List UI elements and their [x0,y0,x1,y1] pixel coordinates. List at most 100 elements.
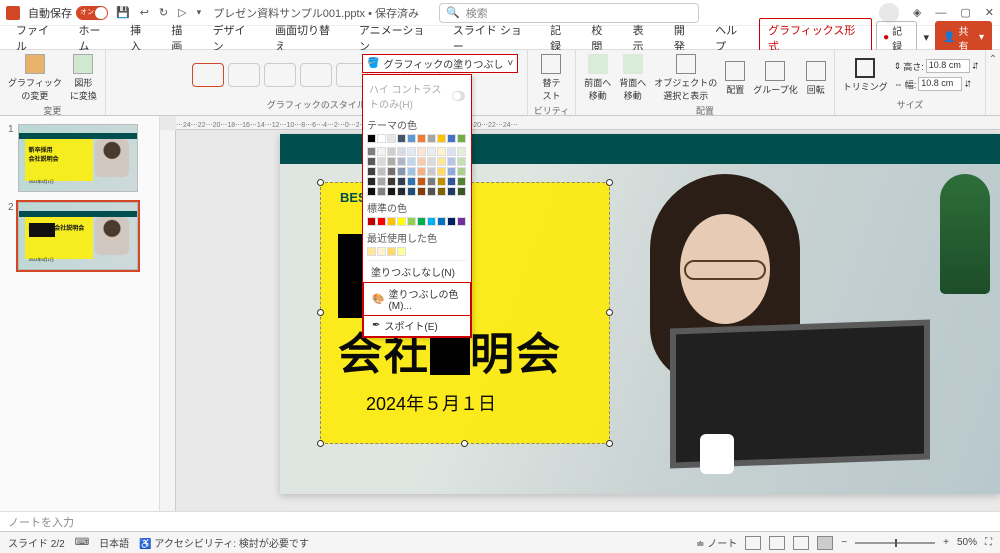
convert-to-shape-button[interactable]: 図形 に変換 [68,52,99,104]
date-text[interactable]: 2024年５月１日 [366,390,496,416]
color-swatch[interactable] [427,177,436,186]
undo-icon[interactable]: ↩ [140,6,149,19]
color-swatch[interactable] [447,167,456,176]
coming-soon-icon[interactable]: ◈ [913,6,921,19]
style-swatch[interactable] [264,63,296,87]
thumbnail-item[interactable]: 2 新卒採用 会社説明会 2024年5月1日 [8,202,151,270]
eyedropper-item[interactable]: ✒スポイト(E) [363,315,471,337]
color-swatch[interactable] [457,177,466,186]
slide-thumbnail[interactable]: 新卒採用 会社説明会 2024年5月1日 [18,202,138,270]
thumbnail-item[interactable]: 1 新卒採用 会社説明会 2024年5月1日 [8,124,151,192]
send-backward-button[interactable]: 背面へ 移動 [617,52,648,104]
change-graphic-button[interactable]: グラフィック の変更 [6,52,64,104]
color-swatch[interactable] [367,187,376,196]
no-fill-item[interactable]: 塗りつぶしなし(N) [367,260,467,282]
alt-text-button[interactable]: 替テ スト [539,52,563,104]
color-swatch[interactable] [437,134,446,143]
qat-more-icon[interactable]: ▾ [197,7,202,18]
toggle-switch[interactable]: オン [76,6,108,20]
color-swatch[interactable] [367,147,376,156]
color-swatch[interactable] [447,134,456,143]
color-swatch[interactable] [427,147,436,156]
color-swatch[interactable] [367,177,376,186]
height-field[interactable]: ⇕高さ:10.8 cm⮃ [894,59,979,73]
slide-editor[interactable]: ⋯24⋯22⋯20⋯18⋯16⋯14⋯12⋯10⋯8⋯6⋯4⋯2⋯0⋯2⋯4⋯6… [160,116,1000,511]
color-swatch[interactable] [417,147,426,156]
color-swatch[interactable] [397,134,406,143]
color-swatch[interactable] [447,177,456,186]
color-swatch[interactable] [367,167,376,176]
color-swatch[interactable] [397,157,406,166]
redo-icon[interactable]: ↻ [159,6,168,19]
spellcheck-icon[interactable]: ⌨ [75,537,89,548]
color-swatch[interactable] [387,177,396,186]
maximize-button[interactable]: ▢ [960,6,970,19]
color-swatch[interactable] [407,217,416,226]
color-swatch[interactable] [377,167,386,176]
color-swatch[interactable] [377,177,386,186]
resize-handle[interactable] [317,179,324,186]
normal-view-button[interactable] [745,536,761,550]
fit-to-window-button[interactable]: ⛶ [985,537,992,548]
width-field[interactable]: ⇔幅:10.8 cm⮃ [894,77,979,91]
slide-counter[interactable]: スライド 2/2 [8,535,65,550]
slide-thumbnails-panel[interactable]: 1 新卒採用 会社説明会 2024年5月1日 2 新卒採用 会社説明会 2024… [0,116,160,511]
color-swatch[interactable] [397,177,406,186]
color-swatch[interactable] [407,167,416,176]
color-swatch[interactable] [417,134,426,143]
sorter-view-button[interactable] [769,536,785,550]
color-swatch[interactable] [417,217,426,226]
minimize-button[interactable]: — [935,7,946,19]
selection-pane-button[interactable]: オブジェクトの 選択と表示 [652,52,719,104]
color-swatch[interactable] [367,134,376,143]
zoom-in-button[interactable]: + [943,537,949,548]
zoom-slider[interactable] [855,542,935,544]
rotate-button[interactable]: 回転 [804,59,828,98]
align-button[interactable]: 配置 [723,59,747,98]
color-swatch[interactable] [387,157,396,166]
color-swatch[interactable] [447,217,456,226]
color-swatch[interactable] [407,187,416,196]
color-swatch[interactable] [437,187,446,196]
color-swatch[interactable] [387,134,396,143]
color-swatch[interactable] [457,167,466,176]
color-swatch[interactable] [427,134,436,143]
more-fill-colors-item[interactable]: 🎨塗りつぶしの色(M)... [363,282,471,316]
color-swatch[interactable] [387,167,396,176]
color-swatch[interactable] [377,147,386,156]
color-swatch[interactable] [417,157,426,166]
color-swatch[interactable] [437,217,446,226]
graphic-fill-dropdown-button[interactable]: 🪣 グラフィックの塗りつぶし ˅ [362,54,518,73]
language-indicator[interactable]: 日本語 [99,535,129,550]
color-swatch[interactable] [417,167,426,176]
style-swatch[interactable] [300,63,332,87]
resize-handle[interactable] [606,309,613,316]
start-icon[interactable]: ▷ [178,6,186,19]
color-swatch[interactable] [457,217,466,226]
color-swatch[interactable] [397,247,406,256]
color-swatch[interactable] [397,187,406,196]
color-swatch[interactable] [457,157,466,166]
color-swatch[interactable] [397,217,406,226]
color-swatch[interactable] [367,217,376,226]
user-avatar[interactable] [879,3,899,23]
color-swatch[interactable] [387,247,396,256]
slideshow-view-button[interactable] [817,536,833,550]
color-swatch[interactable] [437,147,446,156]
collapse-ribbon-icon[interactable]: ⌃ [989,54,997,65]
save-icon[interactable]: 💾 [116,6,130,19]
color-swatch[interactable] [417,187,426,196]
color-swatch[interactable] [457,187,466,196]
color-swatch[interactable] [417,177,426,186]
resize-handle[interactable] [606,440,613,447]
style-swatch[interactable] [228,63,260,87]
zoom-out-button[interactable]: − [841,537,847,548]
bring-forward-button[interactable]: 前面へ 移動 [582,52,613,104]
color-swatch[interactable] [377,217,386,226]
color-swatch[interactable] [437,167,446,176]
notes-pane[interactable]: ノートを入力 [0,511,1000,531]
resize-handle[interactable] [317,309,324,316]
color-swatch[interactable] [447,187,456,196]
accessibility-status[interactable]: ♿ アクセシビリティ: 検討が必要です [139,535,309,550]
color-swatch[interactable] [377,134,386,143]
